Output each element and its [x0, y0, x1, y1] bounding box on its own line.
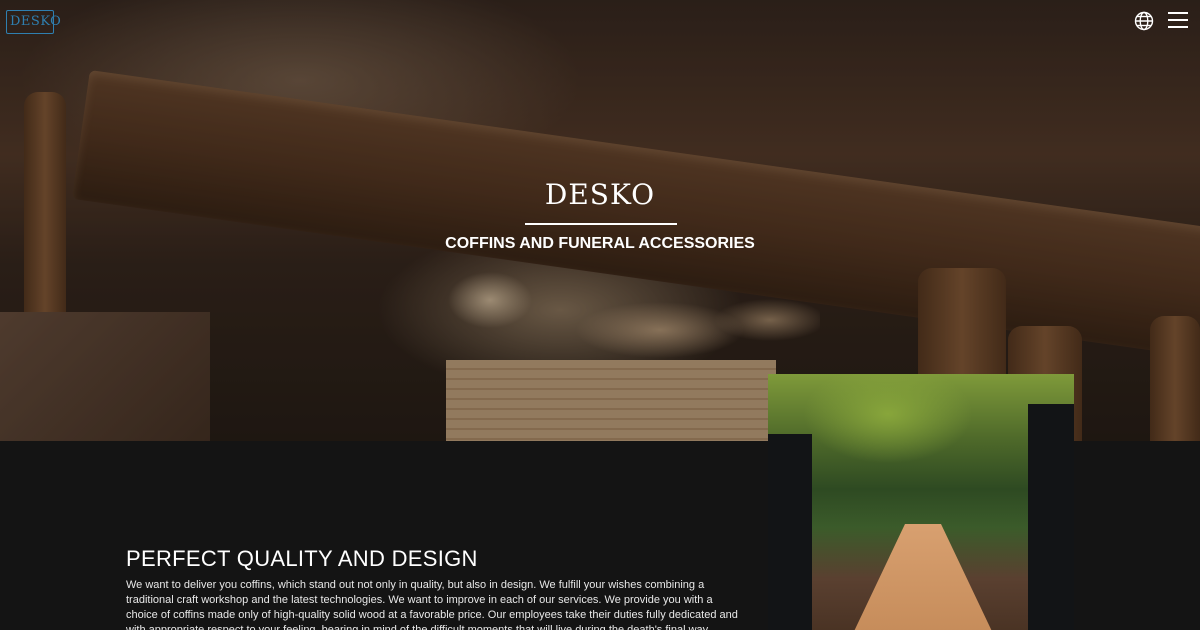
hero-title: DESKO	[544, 178, 656, 211]
quality-section: PERFECT QUALITY AND DESIGN We want to de…	[126, 546, 746, 630]
language-button[interactable]	[1134, 11, 1154, 31]
hero-subtitle: COFFINS AND FUNERAL ACCESSORIES	[445, 235, 755, 252]
photo-person-right	[1028, 404, 1074, 630]
photo-person-left	[768, 434, 812, 630]
section-heading: PERFECT QUALITY AND DESIGN	[126, 546, 478, 571]
hero-divider	[525, 223, 677, 225]
site-logo[interactable]: DESKO	[6, 10, 61, 34]
photo-coffin	[848, 524, 998, 630]
funeral-photo	[768, 374, 1074, 630]
hamburger-menu-icon	[1168, 12, 1188, 28]
globe-icon	[1134, 11, 1154, 31]
section-body: We want to deliver you coffins, which st…	[126, 579, 738, 630]
menu-button[interactable]	[1168, 12, 1188, 30]
